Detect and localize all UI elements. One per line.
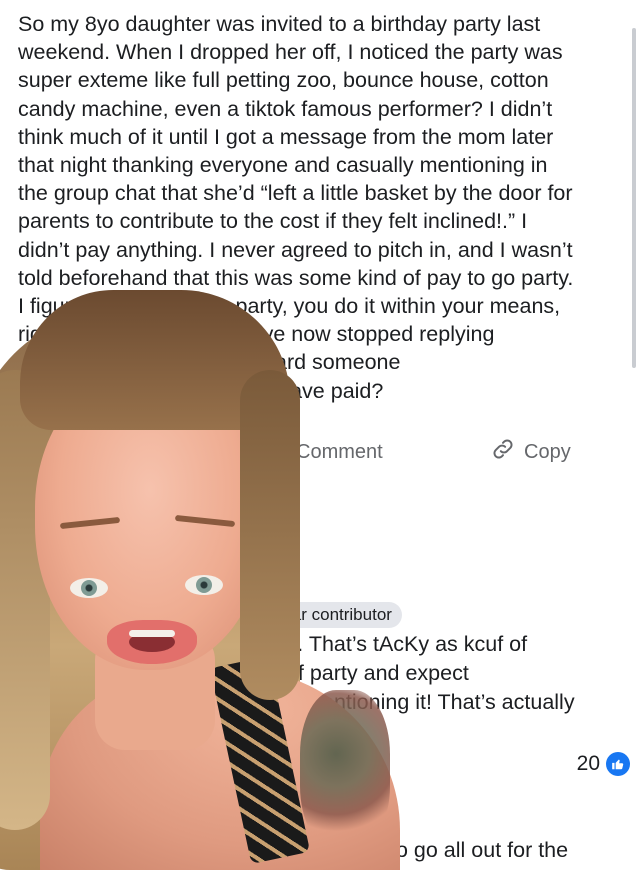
link-icon [490, 436, 516, 468]
post-line: super exteme like full petting zoo, boun… [18, 68, 549, 93]
reaction-count: 20 [576, 752, 600, 775]
presenter-mouth [107, 620, 197, 664]
post-line: candy machine, even a tiktok famous perf… [18, 96, 553, 121]
presenter-hair-right [240, 370, 300, 700]
thumbs-up-icon [606, 752, 630, 776]
copy-label: Copy [524, 440, 571, 463]
next-comment-partial: to go all out for the [390, 838, 569, 862]
post-line: the group chat that she’d “left a little… [18, 181, 573, 206]
post-line: that night thanking everyone and casuall… [18, 153, 548, 178]
post-line: told beforehand that this was some kind … [18, 265, 574, 290]
right-eyebrow [174, 514, 236, 528]
left-eyebrow [59, 516, 121, 530]
copy-button[interactable]: Copy [490, 436, 571, 468]
scrollbar[interactable] [632, 28, 636, 368]
shoulder-tattoo [300, 690, 390, 850]
post-line: So my 8yo daughter was invited to a birt… [18, 12, 541, 36]
reaction-summary[interactable]: 20 [577, 752, 630, 776]
post-line: didn’t pay anything. I never agreed to p… [18, 237, 573, 262]
left-eye [70, 578, 108, 598]
post-line: think much of it until I got a message f… [18, 124, 554, 149]
post-line: weekend. When I dropped her off, I notic… [18, 40, 563, 65]
right-eye [185, 575, 223, 595]
presenter-hair-left [0, 370, 50, 830]
presenter-overlay [0, 290, 400, 870]
post-line: parents to contribute to the cost if the… [18, 209, 528, 234]
